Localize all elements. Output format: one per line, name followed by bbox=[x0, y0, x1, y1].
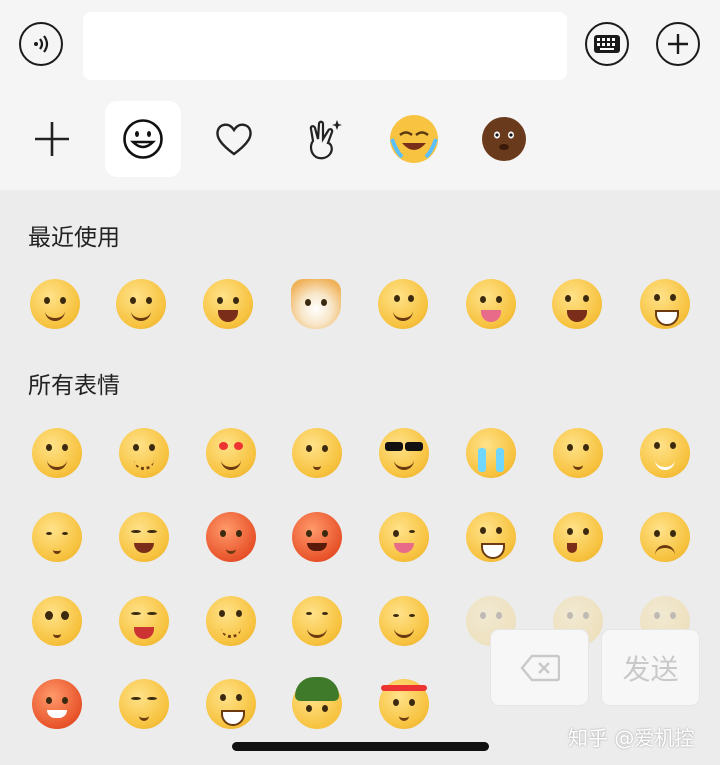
delete-button[interactable] bbox=[491, 630, 588, 705]
send-button[interactable]: 发送 bbox=[602, 630, 699, 705]
tab-sticker-pack-2[interactable] bbox=[466, 101, 542, 177]
all-emoji-section-title: 所有表情 bbox=[28, 373, 120, 399]
input-bar bbox=[0, 0, 720, 95]
emoji-item[interactable] bbox=[466, 512, 516, 562]
emoji-item[interactable] bbox=[292, 428, 342, 478]
emoji-item[interactable] bbox=[206, 428, 256, 478]
emoji-recent-3[interactable] bbox=[203, 279, 253, 329]
recent-section-title: 最近使用 bbox=[28, 225, 120, 251]
emoji-item[interactable] bbox=[119, 596, 169, 646]
emoji-recent-4[interactable] bbox=[291, 279, 341, 329]
home-indicator[interactable] bbox=[232, 742, 489, 751]
backspace-icon bbox=[519, 654, 560, 681]
watermark: 知乎 @爱机控 bbox=[568, 726, 695, 750]
emoji-item[interactable] bbox=[32, 428, 82, 478]
emoji-item[interactable] bbox=[32, 596, 82, 646]
plus-icon bbox=[668, 34, 688, 54]
emoji-item[interactable] bbox=[206, 596, 256, 646]
emoji-item[interactable] bbox=[119, 512, 169, 562]
tab-add-sticker[interactable] bbox=[14, 101, 90, 177]
emoji-item[interactable] bbox=[553, 512, 603, 562]
emoji-item[interactable] bbox=[640, 512, 690, 562]
emoji-item[interactable] bbox=[640, 428, 690, 478]
laughing-emoji-icon bbox=[390, 115, 438, 163]
tab-favorites[interactable] bbox=[196, 101, 272, 177]
emoji-recent-6[interactable] bbox=[466, 279, 516, 329]
message-input[interactable] bbox=[83, 12, 567, 80]
emoji-recent-2[interactable] bbox=[116, 279, 166, 329]
voice-input-button[interactable] bbox=[19, 22, 63, 66]
emoji-category-tabs bbox=[0, 95, 720, 190]
voice-icon bbox=[34, 35, 49, 53]
tab-gestures[interactable] bbox=[286, 101, 362, 177]
emoji-item[interactable] bbox=[119, 679, 169, 729]
emoji-recent-1[interactable] bbox=[30, 279, 80, 329]
emoji-recent-8[interactable] bbox=[640, 279, 690, 329]
emoji-item[interactable] bbox=[553, 428, 603, 478]
emoji-item[interactable] bbox=[206, 679, 256, 729]
heart-icon bbox=[216, 123, 252, 156]
tab-emoji[interactable] bbox=[105, 101, 181, 177]
emoji-recent-5[interactable] bbox=[378, 279, 428, 329]
keyboard-button[interactable] bbox=[585, 22, 629, 66]
add-icon bbox=[35, 122, 69, 156]
emoji-item[interactable] bbox=[292, 596, 342, 646]
emoji-item[interactable] bbox=[379, 596, 429, 646]
emoji-item[interactable] bbox=[379, 512, 429, 562]
keyboard-icon bbox=[594, 35, 620, 53]
emoji-item[interactable] bbox=[32, 679, 82, 729]
emoji-recent-7[interactable] bbox=[552, 279, 602, 329]
hand-sparkle-icon bbox=[309, 120, 342, 160]
smiley-icon bbox=[123, 119, 163, 159]
emoji-item[interactable] bbox=[379, 428, 429, 478]
more-button[interactable] bbox=[656, 22, 700, 66]
brown-emoji-icon bbox=[482, 117, 526, 161]
emoji-item[interactable] bbox=[292, 512, 342, 562]
tab-sticker-pack-1[interactable] bbox=[376, 101, 452, 177]
emoji-item[interactable] bbox=[466, 428, 516, 478]
emoji-item[interactable] bbox=[379, 679, 429, 729]
emoji-item[interactable] bbox=[119, 428, 169, 478]
emoji-item[interactable] bbox=[32, 512, 82, 562]
emoji-item[interactable] bbox=[206, 512, 256, 562]
emoji-item[interactable] bbox=[292, 677, 342, 729]
